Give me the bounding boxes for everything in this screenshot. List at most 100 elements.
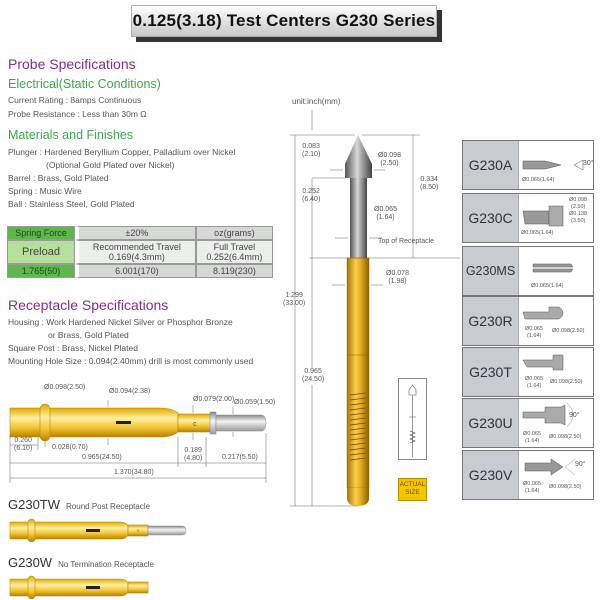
tip-dim: (1.64) [525,438,540,444]
page-title-text: 0.125(3.18) Test Centers G230 Series [132,11,436,30]
body-dia-dim: Ø0.094(2.38) [109,388,151,395]
tip-name: G230MS [463,247,519,295]
probe-barrel-end [347,488,369,506]
tip-dim: Ø0.065 [523,431,542,437]
full-travel-cell: Full Travel 0.252(6.4mm) [195,240,273,264]
tip-dim: Ø0.065(1.64) [531,283,564,289]
plunger-length-dim: 0.252 (6.40) [302,188,321,204]
tip-dim: (1.64) [527,333,542,339]
variant-name: G230W [8,555,53,570]
variant-desc: Round Post Receptacle [66,502,151,511]
tip-dim: (2.50) [571,204,586,210]
front-length-dim: 0.260 (6.10) [14,437,33,453]
tip-name: G230V [463,451,519,499]
probe-tip [345,135,372,178]
post-dia-dim: Ø0.059(1.50) [234,399,276,406]
tip-name: G230R [463,297,519,345]
electrical-heading: Electrical(Static Conditions) [8,77,161,91]
g230tw-drawing [9,518,187,542]
top-of-receptacle-label: Top of Receptacle [378,238,435,245]
probe-drawing [290,110,460,507]
receptacle-housing-alt: or Brass, Gold Plated [48,330,129,340]
post-length-dim: 0.217(5.50) [222,454,258,461]
material-ball: Ball : Stainless Steel, Gold Plated [8,199,135,209]
total-length-dim: 1.370(34.80) [114,469,154,476]
tip-drawing: Ø0.065(1.64) 30° [519,141,594,189]
materials-heading: Materials and Finishes [8,128,134,142]
probe-dimension-lines [290,110,460,507]
material-plunger-option: (Optional Gold Plated over Nickel) [46,160,175,170]
tip-panel-g230r: G230R Ø0.065 (1.64) Ø0.098(2.50) [462,296,594,346]
receptacle-mounting-hole: Mounting Hole Size : 0.094(2.40mm) drill… [8,356,254,366]
tip-dim: Ø0.065(1.64) [521,230,554,236]
tip-name: G230T [463,348,519,396]
recommended-travel-label: Recommended Travel [92,242,181,252]
barrel-length-dim: 0.965 (24.50) [302,368,325,385]
spring-force-table: Spring Force ±20% oz(grams) Preload Reco… [7,226,273,278]
g230w-drawing [9,575,149,599]
tip-drawing: Ø0.065 (1.64) Ø0.098(2.50) [519,297,593,345]
preload-value: 1.765(50) [7,264,75,278]
receptacle-square-post: Square Post : Brass, Nickel Plated [8,343,138,353]
actual-size-box [398,378,427,460]
table-row: Preload Recommended Travel 0.169(4.3mm) … [7,240,273,264]
tip-dim: Ø0.098(2.50) [550,379,583,385]
receptacle-specs-heading: Receptacle Specifications [8,297,169,313]
tip-name: G230U [463,399,519,447]
variant-name: G230TW [8,497,61,512]
stroke-dim: 0.334 (8.50) [420,176,439,192]
receptacle-body [9,407,179,438]
table-row: 1.765(50) 6.001(170) 8.119(230) [7,264,273,278]
tolerance-cell: ±20% [75,226,196,240]
plunger-dia-dim: Ø0.065 (1.64) [374,206,397,222]
tip-panel-g230t: G230T Ø0.065 (1.64) Ø0.098(2.50) [462,347,594,397]
page-title: 0.125(3.18) Test Centers G230 Series [131,5,437,37]
tip-dim: (1.64) [527,383,542,389]
actual-size-label: ACTUAL SIZE [398,478,427,501]
tip-panel-g230u: G230U Ø0.065 (1.64) Ø0.098(2.50) 90° [462,398,594,448]
tip-panel-g230ms: G230MS Ø0.065(1.64) [462,246,594,296]
tip-dim: Ø0.138 [569,211,588,217]
tip-panel-g230a: G230A Ø0.065(1.64) 30° [462,140,594,190]
tip-dia-dim: Ø0.098 (2.50) [378,152,401,168]
barrel-dia-dim: Ø0.078 (1.98) [386,270,409,286]
receptacle-post-shoulder [209,411,217,435]
probe-plunger [350,178,367,258]
tip-length-dim: 0.083 (2.10) [302,143,321,159]
material-spring: Spring : Music Wire [8,186,82,196]
receptacle-slot [116,421,131,424]
tip-name: G230A [463,141,519,189]
unit-cell: oz(grams) [195,226,273,240]
full-travel-value: 0.252(6.4mm) [206,252,263,262]
tip-dim: (3.50) [571,218,586,224]
tip-drawing: Ø0.065 (1.64) Ø0.098(2.50) [519,348,593,396]
recommended-force-value: 6.001(170) [75,264,196,278]
tip-angle: 90° [575,461,586,468]
collar-width-dim: 0.028(0.70) [52,444,88,451]
collar-dia-dim: Ø0.098(2.50) [44,384,86,391]
receptacle-housing: Housing : Work Hardened Nickel Silver or… [8,317,233,327]
tip-panel-g230c: G230C Ø0.065(1.64) Ø0.098 (2.50) Ø0.138 … [462,193,594,243]
material-plunger: Plunger : Hardened Beryllium Copper, Pal… [8,147,236,157]
tip-name: G230C [463,194,519,242]
tip-drawing: Ø0.065(1.64) Ø0.098 (2.50) Ø0.138 (3.50) [519,194,593,242]
full-force-value: 8.119(230) [195,264,273,278]
material-barrel: Barrel : Brass, Gold Plated [8,173,109,183]
tip-dim: (1.64) [525,488,540,494]
receptacle-collar [39,403,51,442]
current-rating: Current Rating : 8amps Continuous [8,95,142,105]
recommended-travel-value: 0.169(4.3mm) [108,252,165,262]
body-length-dim: 0.965(24.50) [82,454,122,461]
tip-angle: 30° [583,160,594,167]
full-travel-label: Full Travel [213,242,256,252]
neck-length-dim: 0.189 (4.80) [184,447,203,463]
actual-size-probe-icon [408,384,417,457]
variant-g230w: G230W No Termination Receptacle [8,555,154,570]
recommended-travel-cell: Recommended Travel 0.169(4.3mm) [75,240,196,264]
variant-g230tw: G230TW Round Post Receptacle [8,497,150,512]
tip-drawing: Ø0.065 (1.64) Ø0.098(2.50) 90° [519,399,593,447]
tip-dim: Ø0.098(2.50) [549,484,582,490]
unit-label: unit:inch(mm) [292,97,341,106]
tip-drawing: Ø0.065 (1.64) Ø0.098(2.50) 90° [519,451,593,499]
tip-dim: Ø0.065 [525,326,544,332]
